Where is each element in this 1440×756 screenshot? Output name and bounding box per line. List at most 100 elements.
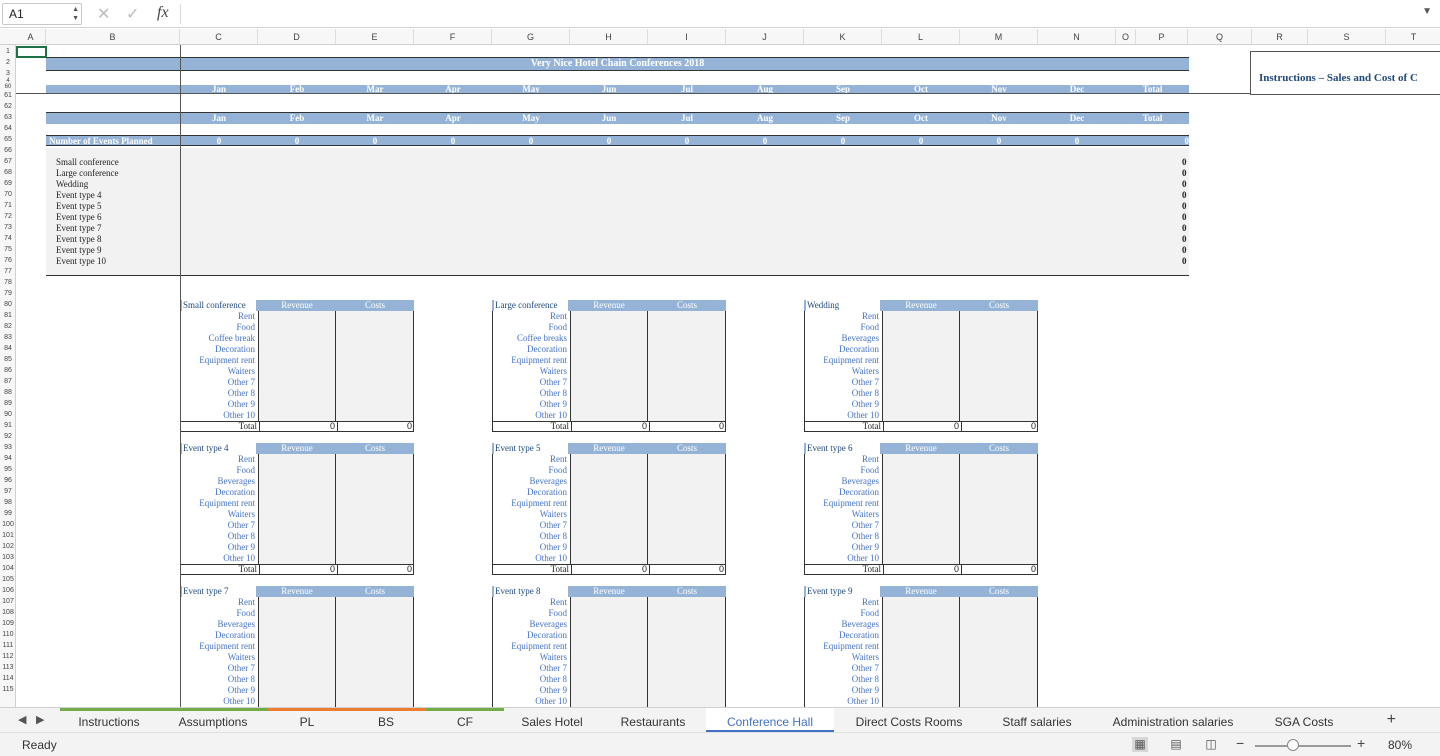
costs-input-column[interactable] bbox=[960, 454, 1038, 564]
tab-sga-costs[interactable]: SGA Costs bbox=[1256, 708, 1352, 732]
events-planned-value[interactable]: 0 bbox=[492, 136, 570, 146]
tab-restaurants[interactable]: Restaurants bbox=[600, 708, 706, 732]
events-planned-value[interactable]: 0 bbox=[414, 136, 492, 146]
revenue-input-column[interactable] bbox=[258, 454, 336, 564]
events-planned-value[interactable]: 0 bbox=[804, 136, 882, 146]
row-header-87[interactable]: 87 bbox=[0, 376, 15, 387]
row-header-106[interactable]: 106 bbox=[0, 585, 15, 596]
event-type-total[interactable]: 0 bbox=[1182, 234, 1187, 244]
zoom-slider-thumb[interactable] bbox=[1287, 739, 1299, 751]
row-header-70[interactable]: 70 bbox=[0, 189, 15, 200]
row-header-97[interactable]: 97 bbox=[0, 486, 15, 497]
row-header-82[interactable]: 82 bbox=[0, 321, 15, 332]
costs-input-column[interactable] bbox=[960, 597, 1038, 707]
row-header-98[interactable]: 98 bbox=[0, 497, 15, 508]
row-header-76[interactable]: 76 bbox=[0, 255, 15, 266]
events-planned-value[interactable]: 0 bbox=[648, 136, 726, 146]
row-header-81[interactable]: 81 bbox=[0, 310, 15, 321]
zoom-out-icon[interactable]: − bbox=[1236, 735, 1244, 751]
row-header-78[interactable]: 78 bbox=[0, 277, 15, 288]
row-header-115[interactable]: 115 bbox=[0, 684, 15, 695]
row-header-84[interactable]: 84 bbox=[0, 343, 15, 354]
confirm-icon[interactable]: ✓ bbox=[126, 4, 139, 24]
column-header-c[interactable]: C bbox=[180, 29, 258, 45]
column-header-i[interactable]: I bbox=[648, 29, 726, 45]
column-header-n[interactable]: N bbox=[1038, 29, 1116, 45]
column-header-s[interactable]: S bbox=[1308, 29, 1386, 45]
costs-input-column[interactable] bbox=[648, 454, 726, 564]
row-header-66[interactable]: 66 bbox=[0, 145, 15, 156]
total-costs[interactable]: 0 bbox=[961, 422, 1038, 431]
row-header-102[interactable]: 102 bbox=[0, 541, 15, 552]
tab-administration-salaries[interactable]: Administration salaries bbox=[1090, 708, 1256, 732]
row-header-114[interactable]: 114 bbox=[0, 673, 15, 684]
row-header-101[interactable]: 101 bbox=[0, 530, 15, 541]
total-costs[interactable]: 0 bbox=[649, 565, 726, 574]
tab-cf[interactable]: CF bbox=[426, 708, 504, 732]
row-header-89[interactable]: 89 bbox=[0, 398, 15, 409]
row-header-107[interactable]: 107 bbox=[0, 596, 15, 607]
chevron-down-icon[interactable]: ▼ bbox=[1422, 6, 1432, 17]
column-header-l[interactable]: L bbox=[882, 29, 960, 45]
row-header-108[interactable]: 108 bbox=[0, 607, 15, 618]
normal-view-icon[interactable]: ▦ bbox=[1132, 737, 1148, 752]
row-header-68[interactable]: 68 bbox=[0, 167, 15, 178]
row-header-69[interactable]: 69 bbox=[0, 178, 15, 189]
row-header-91[interactable]: 91 bbox=[0, 420, 15, 431]
total-costs[interactable]: 0 bbox=[649, 422, 726, 431]
tab-pl[interactable]: PL bbox=[268, 708, 346, 732]
column-header-f[interactable]: F bbox=[414, 29, 492, 45]
revenue-input-column[interactable] bbox=[882, 597, 960, 707]
column-header-p[interactable]: P bbox=[1136, 29, 1188, 45]
row-header-77[interactable]: 77 bbox=[0, 266, 15, 277]
row-header-92[interactable]: 92 bbox=[0, 431, 15, 442]
total-revenue[interactable]: 0 bbox=[883, 422, 961, 431]
row-header-71[interactable]: 71 bbox=[0, 200, 15, 211]
total-revenue[interactable]: 0 bbox=[259, 565, 337, 574]
column-header-g[interactable]: G bbox=[492, 29, 570, 45]
row-header-95[interactable]: 95 bbox=[0, 464, 15, 475]
costs-input-column[interactable] bbox=[648, 597, 726, 707]
column-header-a[interactable]: A bbox=[16, 29, 46, 45]
event-type-total[interactable]: 0 bbox=[1182, 201, 1187, 211]
events-planned-value[interactable]: 0 bbox=[960, 136, 1038, 146]
column-header-b[interactable]: B bbox=[46, 29, 180, 45]
row-header-110[interactable]: 110 bbox=[0, 629, 15, 640]
row-header-113[interactable]: 113 bbox=[0, 662, 15, 673]
revenue-input-column[interactable] bbox=[570, 597, 648, 707]
row-header-80[interactable]: 80 bbox=[0, 299, 15, 310]
row-header-99[interactable]: 99 bbox=[0, 508, 15, 519]
total-revenue[interactable]: 0 bbox=[571, 565, 649, 574]
event-type-total[interactable]: 0 bbox=[1182, 168, 1187, 178]
column-header-o[interactable]: O bbox=[1116, 29, 1136, 45]
column-header-j[interactable]: J bbox=[726, 29, 804, 45]
event-type-total[interactable]: 0 bbox=[1182, 256, 1187, 266]
name-box-stepper-icon[interactable]: ▲ ▼ bbox=[72, 5, 79, 23]
events-planned-value[interactable]: 0 bbox=[882, 136, 960, 146]
events-planned-value[interactable]: 0 bbox=[258, 136, 336, 146]
row-header-100[interactable]: 100 bbox=[0, 519, 15, 530]
events-planned-value[interactable]: 0 bbox=[1038, 136, 1116, 146]
tab-assumptions[interactable]: Assumptions bbox=[158, 708, 268, 732]
events-planned-value[interactable]: 0 bbox=[336, 136, 414, 146]
row-header-72[interactable]: 72 bbox=[0, 211, 15, 222]
column-header-m[interactable]: M bbox=[960, 29, 1038, 45]
row-header-109[interactable]: 109 bbox=[0, 618, 15, 629]
zoom-slider[interactable] bbox=[1255, 745, 1351, 747]
row-header-64[interactable]: 64 bbox=[0, 123, 15, 134]
total-costs[interactable]: 0 bbox=[337, 422, 414, 431]
row-header-73[interactable]: 73 bbox=[0, 222, 15, 233]
total-revenue[interactable]: 0 bbox=[571, 422, 649, 431]
events-planned-value[interactable]: 0 bbox=[726, 136, 804, 146]
row-header-65[interactable]: 65 bbox=[0, 134, 15, 145]
row-header-85[interactable]: 85 bbox=[0, 354, 15, 365]
tab-next-icon[interactable]: ▶ bbox=[36, 713, 44, 726]
page-layout-view-icon[interactable]: ▤ bbox=[1168, 737, 1184, 752]
row-header-63[interactable]: 63 bbox=[0, 112, 15, 123]
row-header-61[interactable]: 61 bbox=[0, 90, 15, 101]
tab-sales-hotel[interactable]: Sales Hotel bbox=[504, 708, 600, 732]
row-header-62[interactable]: 62 bbox=[0, 101, 15, 112]
revenue-input-column[interactable] bbox=[258, 311, 336, 421]
row-header-104[interactable]: 104 bbox=[0, 563, 15, 574]
column-header-d[interactable]: D bbox=[258, 29, 336, 45]
